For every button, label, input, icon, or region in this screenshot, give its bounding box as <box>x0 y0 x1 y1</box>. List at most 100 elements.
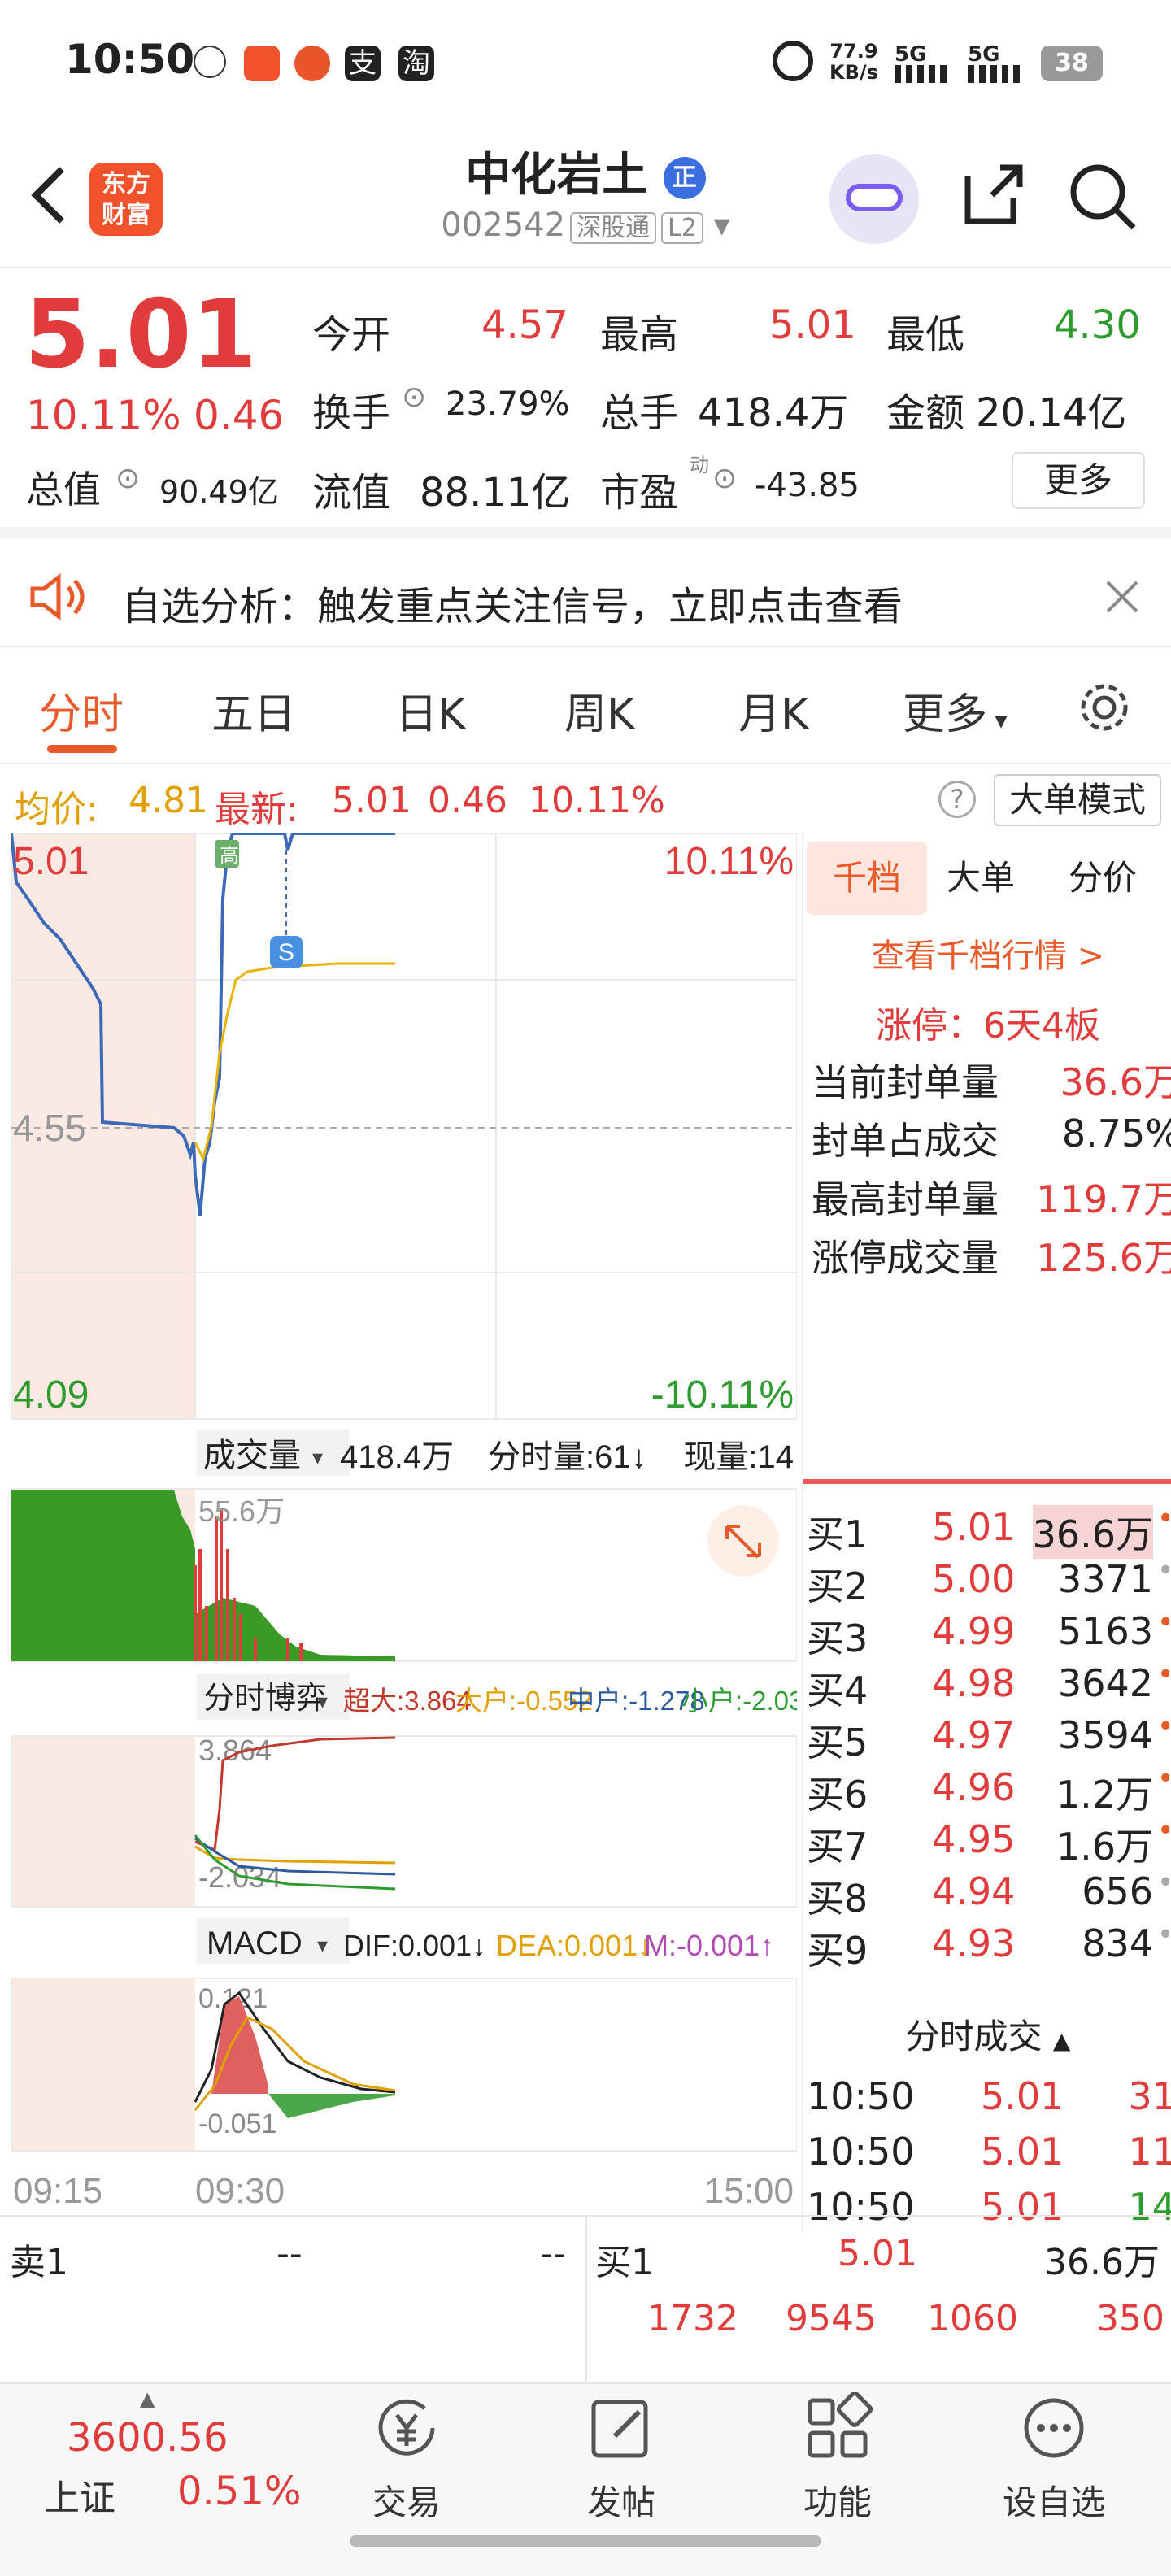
more-dots-icon <box>1024 2398 1084 2458</box>
index-pct[interactable]: 0.51% <box>177 2469 301 2514</box>
signal-5g-2: 5G <box>968 42 1000 67</box>
tab-thousand-level[interactable]: 千档 <box>807 842 927 915</box>
yen-circle-icon <box>378 2399 435 2456</box>
high-label: 最高 <box>600 312 679 358</box>
dot-icon: • <box>1157 1606 1169 1639</box>
macd-dif: DIF:0.001↓ <box>343 1929 486 1962</box>
bid-price: 4.94 <box>932 1869 1016 1913</box>
limit-up-info: 涨停：6天4板 <box>876 1005 1100 1046</box>
buy1-price: 5.01 <box>838 2233 917 2274</box>
dot-icon: • <box>1157 1814 1169 1847</box>
trade-button[interactable]: 交易 <box>325 2384 488 2547</box>
buy1-volume: 36.6万 <box>1044 2242 1160 2283</box>
sell1-label: 卖1 <box>10 2242 68 2283</box>
tab-more[interactable]: 更多 ▾ <box>903 680 1008 741</box>
compass-icon <box>194 46 226 78</box>
tab-price-dist[interactable]: 分价 <box>1069 842 1137 915</box>
add-watchlist-button[interactable]: 设自选 <box>973 2384 1135 2547</box>
signal-bars-icon <box>968 65 1025 83</box>
tick-volume: 31 <box>1128 2074 1171 2118</box>
sell1-price: -- <box>276 2233 303 2274</box>
info-icon[interactable]: ⊙ <box>712 462 737 495</box>
tab-big-order[interactable]: 大单 <box>947 842 1015 915</box>
mid-price-label: 4.55 <box>13 1107 86 1149</box>
bid-book[interactable]: 买15.0136.6万• 买25.003371• 买34.995163• 买44… <box>807 1505 1169 2004</box>
bid-price: 5.01 <box>932 1505 1016 1549</box>
tab-intraday[interactable]: 分时 <box>39 680 124 741</box>
bid-price: 4.93 <box>932 1921 1016 1965</box>
tick-list: 10:50 5.01 31 10:50 5.01 11 10:50 5.01 14 <box>807 2074 1171 2237</box>
bid-level: 买4 <box>807 1669 868 1712</box>
volume-label: 成交量 <box>203 1438 301 1473</box>
pe-label: 市盈 <box>600 470 679 516</box>
last-pct: 10.11% <box>529 780 665 821</box>
dot-icon: • <box>1157 1554 1169 1587</box>
last-value: 5.01 <box>332 780 411 821</box>
time-open: 09:30 <box>195 2171 285 2211</box>
view-thousand-link[interactable]: 查看千档行情 > <box>803 929 1171 977</box>
battery-icon: 38 <box>1041 46 1103 81</box>
s-marker-label: S <box>278 939 294 966</box>
stock-header: 东方 财富 中化岩土 正 002542 深股通 L2 ▾ <box>0 130 1171 268</box>
verified-badge-icon: 正 <box>663 156 706 199</box>
bid-level: 买3 <box>807 1617 868 1660</box>
index-name[interactable]: 上证 <box>44 2469 115 2521</box>
book-divider <box>803 1479 1171 1484</box>
gear-icon[interactable] <box>1075 678 1134 737</box>
home-indicator[interactable] <box>350 2535 821 2547</box>
volume-scale: 55.6万 <box>198 1495 285 1528</box>
ai-assistant-avatar[interactable] <box>829 154 919 244</box>
chart-svg: 高 S 5.01 4.55 4.09 10.11% -10.11% 成交量 ▾ … <box>10 832 819 2211</box>
bid-volume: 834 <box>1082 1921 1153 1965</box>
dot-icon: • <box>1157 1710 1169 1743</box>
functions-button[interactable]: 功能 <box>756 2384 919 2547</box>
time-start: 09:15 <box>13 2171 102 2211</box>
bid-volume: 3594 <box>1057 1713 1153 1757</box>
tab-monthly-k[interactable]: 月K <box>738 680 808 741</box>
stat-row: 封单占成交 8.75% <box>812 1112 1171 1164</box>
avg-price-line <box>194 962 395 1163</box>
big-order-mode-button[interactable]: 大单模式 <box>994 774 1161 826</box>
mcap-label: 总值 <box>26 468 101 511</box>
low-label: 最低 <box>886 312 965 358</box>
queue-volume: 9545 <box>786 2298 877 2339</box>
sell1-volume: -- <box>540 2233 566 2274</box>
more-button[interactable]: 更多 <box>1012 452 1145 509</box>
share-icon[interactable] <box>960 159 1028 228</box>
intraday-chart[interactable]: 高 S 5.01 4.55 4.09 10.11% -10.11% 成交量 ▾ … <box>10 832 819 2232</box>
time-end: 15:00 <box>704 2171 794 2211</box>
high-marker-label: 高 <box>220 845 239 867</box>
info-icon[interactable]: ⊙ <box>402 381 426 414</box>
help-icon[interactable]: ? <box>938 781 976 818</box>
bid-price: 4.99 <box>932 1609 1016 1653</box>
price-summary-line: 均价: 4.81 最新: 5.01 0.46 10.11% <box>0 768 797 833</box>
macd-green-bars <box>268 2094 395 2118</box>
bid-price: 5.00 <box>932 1557 1016 1601</box>
tick-header[interactable]: 分时成交 ▲ <box>803 2004 1171 2069</box>
queue-volume: 350 <box>1096 2298 1164 2339</box>
turnover-label: 换手 <box>312 390 391 436</box>
macd-dea: DEA:0.001↓ <box>496 1929 652 1962</box>
bid-row: 买2 5.00 3371• <box>807 1554 1169 1609</box>
tab-daily-k[interactable]: 日K <box>395 680 465 741</box>
high-value: 5.01 <box>769 302 856 348</box>
stat-label: 当前封单量 <box>812 1060 999 1104</box>
grid-apps-icon <box>808 2392 873 2458</box>
index-value[interactable]: 3600.56 <box>67 2415 229 2461</box>
info-icon[interactable]: ⊙ <box>115 462 140 495</box>
post-button[interactable]: 发帖 <box>540 2384 703 2547</box>
close-icon[interactable] <box>1104 579 1140 615</box>
change-percent: 10.11% <box>26 392 181 439</box>
tab-weekly-k[interactable]: 周K <box>564 680 634 741</box>
bid-row: 买8 4.94 656• <box>807 1866 1169 1921</box>
macd-m: M:-0.001↑ <box>644 1929 774 1962</box>
queue-volume: 1060 <box>927 2298 1018 2339</box>
bid-level: 买5 <box>807 1721 868 1764</box>
bottom-toolbar: ▲ 3600.56 上证 0.51% 交易 发帖 功能 设自选 <box>0 2382 1171 2576</box>
dropdown-icon: ▾ <box>317 1934 328 1958</box>
search-icon[interactable] <box>1065 159 1138 233</box>
bottom-price-label: 4.09 <box>13 1373 89 1416</box>
tab-five-day[interactable]: 五日 <box>211 680 296 741</box>
trade-label: 交易 <box>372 2482 441 2522</box>
notice-bar[interactable]: 自选分析：触发重点关注信号，立即点击查看 <box>0 550 1171 647</box>
